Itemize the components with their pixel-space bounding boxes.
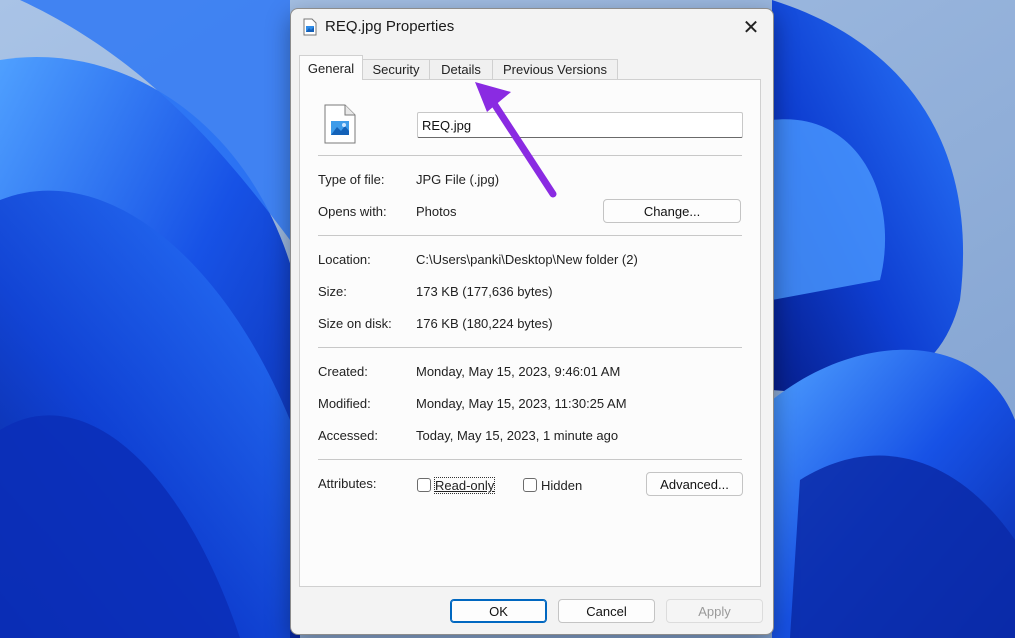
close-button[interactable]: ✕	[729, 9, 773, 45]
advanced-button[interactable]: Advanced...	[646, 472, 743, 496]
tab-general[interactable]: General	[299, 55, 363, 80]
separator	[318, 459, 742, 460]
change-button-label: Change...	[643, 203, 701, 219]
opens-with-label: Opens with:	[318, 204, 387, 219]
apply-button-label: Apply	[698, 603, 731, 619]
size-value: 173 KB (177,636 bytes)	[416, 284, 553, 299]
size-label: Size:	[318, 284, 347, 299]
opens-with-value: Photos	[416, 204, 457, 219]
tab-previous-versions[interactable]: Previous Versions	[492, 59, 618, 79]
title-bar[interactable]: REQ.jpg Properties ✕	[291, 9, 773, 45]
apply-button[interactable]: Apply	[666, 599, 763, 623]
size-on-disk-value: 176 KB (180,224 bytes)	[416, 316, 553, 331]
accessed-value: Today, May 15, 2023, 1 minute ago	[416, 428, 619, 443]
hidden-checkbox[interactable]	[523, 478, 537, 492]
tab-details[interactable]: Details	[429, 59, 493, 79]
size-on-disk-label: Size on disk:	[318, 316, 392, 331]
location-label: Location:	[318, 252, 371, 267]
advanced-button-label: Advanced...	[660, 476, 729, 492]
type-of-file-label: Type of file:	[318, 172, 385, 187]
general-panel: Type of file: JPG File (.jpg) Opens with…	[299, 79, 761, 587]
image-file-icon	[324, 104, 356, 144]
tab-security[interactable]: Security	[362, 59, 430, 79]
separator	[318, 235, 742, 236]
window-title: REQ.jpg Properties	[325, 18, 455, 35]
created-label: Created:	[318, 364, 368, 379]
cancel-button-label: Cancel	[586, 603, 627, 619]
read-only-label[interactable]: Read-only	[433, 477, 496, 494]
created-value: Monday, May 15, 2023, 9:46:01 AM	[416, 364, 621, 379]
read-only-checkbox[interactable]	[417, 478, 431, 492]
type-of-file-value: JPG File (.jpg)	[416, 172, 500, 187]
hidden-label[interactable]: Hidden	[541, 478, 582, 493]
attributes-label: Attributes:	[318, 476, 377, 491]
ok-button-label: OK	[489, 603, 508, 619]
separator	[318, 347, 742, 348]
accessed-label: Accessed:	[318, 428, 378, 443]
close-icon: ✕	[742, 16, 760, 39]
cancel-button[interactable]: Cancel	[558, 599, 655, 623]
properties-dialog: REQ.jpg Properties ✕ General Security De…	[290, 8, 774, 635]
file-name-input[interactable]	[417, 112, 743, 138]
modified-label: Modified:	[318, 396, 371, 411]
location-value: C:\Users\panki\Desktop\New folder (2)	[416, 252, 638, 267]
modified-value: Monday, May 15, 2023, 11:30:25 AM	[416, 396, 627, 411]
image-file-icon	[303, 18, 317, 36]
ok-button[interactable]: OK	[450, 599, 547, 623]
change-button[interactable]: Change...	[603, 199, 741, 223]
separator	[318, 155, 742, 156]
